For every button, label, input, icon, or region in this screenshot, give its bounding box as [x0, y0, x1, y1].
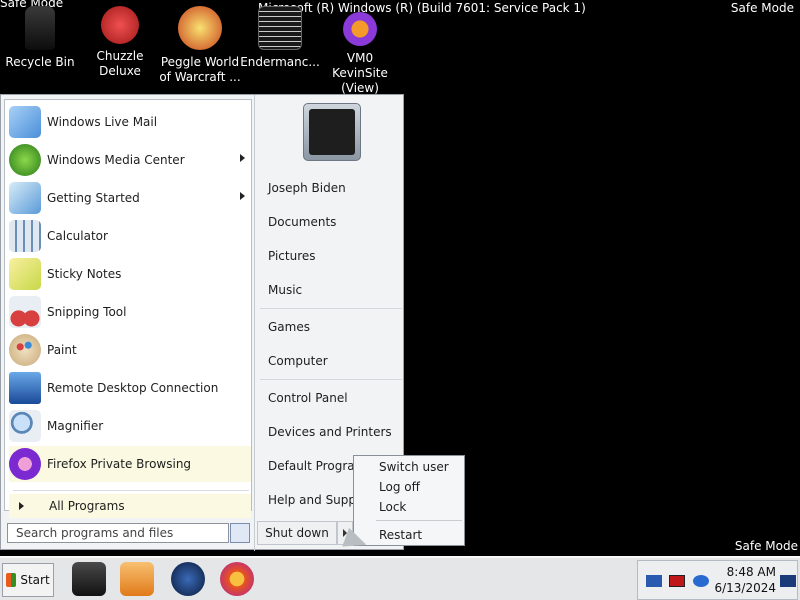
- clock-time: 8:48 AM: [726, 565, 776, 579]
- program-windows-live-mail[interactable]: Windows Live Mail: [9, 104, 251, 140]
- program-snipping-tool[interactable]: Snipping Tool: [9, 294, 251, 330]
- safe-mode-label-top-right: Safe Mode: [730, 1, 794, 15]
- program-label: Firefox Private Browsing: [47, 457, 192, 471]
- remote-desktop-icon: [9, 372, 41, 404]
- links-separator: [260, 308, 402, 309]
- calculator-icon: [9, 220, 41, 252]
- search-icon[interactable]: [230, 523, 250, 543]
- desktop-icon-label: Chuzzle Deluxe: [96, 49, 144, 78]
- clock[interactable]: 8:48 AM 6/13/2024: [710, 564, 776, 596]
- document-icon: [258, 6, 302, 50]
- media-player-icon[interactable]: [120, 562, 154, 596]
- recycle-bin-icon: [25, 6, 55, 50]
- all-programs-label: All Programs: [49, 499, 125, 513]
- sticky-notes-icon: [9, 258, 41, 290]
- program-label: Getting Started: [47, 191, 140, 205]
- desktop-icon-chuzzle[interactable]: Chuzzle Deluxe: [78, 4, 162, 79]
- chevron-right-icon: [19, 502, 24, 510]
- link-devices-and-printers[interactable]: Devices and Printers: [268, 425, 392, 439]
- program-label: Windows Live Mail: [47, 115, 158, 129]
- link-music[interactable]: Music: [268, 283, 302, 297]
- program-label: Sticky Notes: [47, 267, 122, 281]
- start-menu-programs-pane: Windows Live Mail Windows Media Center G…: [4, 99, 252, 518]
- program-remote-desktop-connection[interactable]: Remote Desktop Connection: [9, 370, 251, 406]
- link-computer[interactable]: Computer: [268, 354, 328, 368]
- paint-icon: [9, 334, 41, 366]
- magnifier-icon: [9, 410, 41, 442]
- peggle-icon: [178, 6, 222, 50]
- programs-separator: [13, 490, 249, 491]
- show-desktop-icon[interactable]: [780, 575, 796, 587]
- program-windows-media-center[interactable]: Windows Media Center: [9, 142, 251, 178]
- shutdown-button[interactable]: Shut down: [257, 521, 337, 545]
- menu-item-switch-user[interactable]: Switch user: [379, 460, 449, 474]
- program-label: Paint: [47, 343, 77, 357]
- program-magnifier[interactable]: Magnifier: [9, 408, 251, 444]
- program-label: Remote Desktop Connection: [47, 381, 219, 395]
- menu-item-lock[interactable]: Lock: [379, 500, 406, 514]
- safe-mode-label-bottom-right: Safe Mode: [734, 539, 798, 553]
- program-firefox-private-browsing[interactable]: Firefox Private Browsing: [9, 446, 251, 482]
- firefox-icon[interactable]: [220, 562, 254, 596]
- program-label: Magnifier: [47, 419, 104, 433]
- clock-date: 6/13/2024: [714, 581, 776, 595]
- link-help-and-support[interactable]: Help and Support: [268, 493, 354, 507]
- user-avatar[interactable]: [303, 103, 361, 161]
- link-pictures[interactable]: Pictures: [268, 249, 316, 263]
- firefox-icon: [343, 12, 377, 46]
- desktop-icon-label: Recycle Bin: [5, 55, 75, 69]
- windows-logo-icon: [6, 573, 17, 587]
- volume-icon[interactable]: [693, 575, 709, 587]
- taskbar: Start 8:48 AM 6/13/2024: [0, 556, 800, 600]
- network-icon[interactable]: [646, 575, 662, 587]
- start-button[interactable]: Start: [2, 563, 54, 597]
- program-label: Calculator: [47, 229, 108, 243]
- program-label: Snipping Tool: [47, 305, 127, 319]
- mail-icon: [9, 106, 41, 138]
- firefox-private-icon: [9, 448, 41, 480]
- getting-started-icon: [9, 182, 41, 214]
- link-games[interactable]: Games: [268, 320, 310, 334]
- submenu-arrow-icon: [240, 154, 245, 162]
- link-documents[interactable]: Documents: [268, 215, 336, 229]
- menu-item-log-off[interactable]: Log off: [379, 480, 420, 494]
- desktop-icon-label: Endermanc...: [240, 55, 320, 69]
- submenu-arrow-icon: [240, 192, 245, 200]
- globe-icon[interactable]: [171, 562, 205, 596]
- link-control-panel[interactable]: Control Panel: [268, 391, 348, 405]
- security-icon[interactable]: [669, 575, 685, 587]
- menu-item-restart[interactable]: Restart: [379, 528, 422, 542]
- desktop-icon-recycle-bin[interactable]: Recycle Bin: [0, 4, 82, 70]
- desktop-icon-label: Peggle World of Warcraft ...: [159, 55, 241, 84]
- menu-separator: [376, 520, 462, 521]
- program-label: Windows Media Center: [47, 153, 185, 167]
- program-paint[interactable]: Paint: [9, 332, 251, 368]
- power-options-menu: Switch user Log off Lock Restart: [353, 455, 465, 546]
- all-programs-button[interactable]: All Programs: [9, 494, 251, 518]
- program-sticky-notes[interactable]: Sticky Notes: [9, 256, 251, 292]
- start-menu: Windows Live Mail Windows Media Center G…: [0, 94, 404, 551]
- program-calculator[interactable]: Calculator: [9, 218, 251, 254]
- printer-icon[interactable]: [72, 562, 106, 596]
- program-getting-started[interactable]: Getting Started: [9, 180, 251, 216]
- start-label: Start: [20, 573, 50, 587]
- media-center-icon: [9, 144, 41, 176]
- desktop-icon-peggle[interactable]: Peggle World of Warcraft ...: [158, 4, 242, 85]
- system-tray: 8:48 AM 6/13/2024: [637, 560, 798, 600]
- scissors-icon: [9, 296, 41, 328]
- desktop-icon-endermanch[interactable]: Endermanc...: [238, 4, 322, 70]
- desktop-icon-vm0-kevinsite[interactable]: VM0 KevinSite (View): [318, 4, 402, 96]
- links-separator: [260, 379, 402, 380]
- chuzzle-icon: [101, 6, 139, 44]
- search-input[interactable]: Search programs and files: [7, 523, 229, 543]
- link-default-programs[interactable]: Default Programs: [268, 459, 354, 473]
- user-name-link[interactable]: Joseph Biden: [268, 181, 346, 195]
- desktop-icon-label: VM0 KevinSite (View): [332, 51, 388, 95]
